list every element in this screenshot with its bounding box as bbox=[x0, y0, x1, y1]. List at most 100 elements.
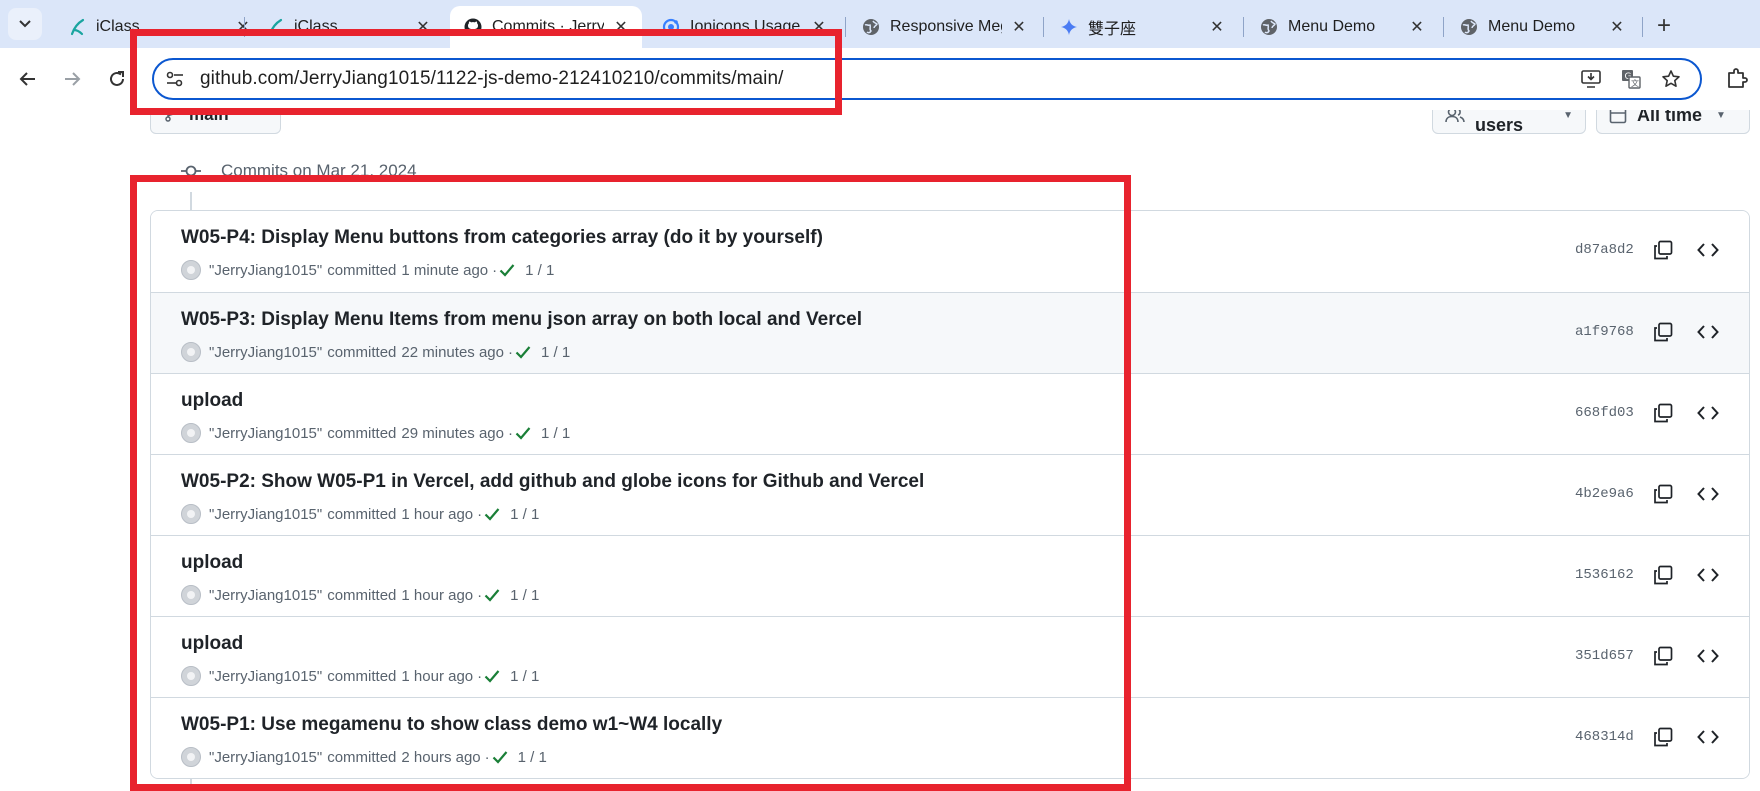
commit-action: committed bbox=[327, 343, 397, 361]
commit-row[interactable]: upload "JerryJiang1015" committed 29 min… bbox=[151, 373, 1749, 454]
commit-row[interactable]: W05-P3: Display Menu Items from menu jso… bbox=[151, 292, 1749, 373]
commit-message-link[interactable]: upload bbox=[181, 390, 243, 412]
commit-time: 22 minutes ago bbox=[401, 343, 504, 361]
copy-icon[interactable] bbox=[1651, 320, 1675, 344]
copy-icon[interactable] bbox=[1651, 644, 1675, 668]
translate-icon[interactable]: G文 bbox=[1620, 68, 1642, 90]
checks-count[interactable]: 1 / 1 bbox=[510, 668, 539, 685]
all-users-filter[interactable]: All users ▼ bbox=[1432, 110, 1586, 135]
tab-gemini[interactable]: 雙子座 ✕ bbox=[1046, 6, 1238, 48]
tab-ionicons[interactable]: Ionicons Usage ✕ bbox=[648, 6, 840, 48]
copy-icon[interactable] bbox=[1651, 725, 1675, 749]
commit-message-link[interactable]: upload bbox=[181, 552, 243, 574]
tab-menu-demo-2[interactable]: Menu Demo ✕ bbox=[1446, 6, 1638, 48]
code-browse-icon[interactable] bbox=[1696, 644, 1720, 668]
commit-row[interactable]: W05-P2: Show W05-P1 in Vercel, add githu… bbox=[151, 454, 1749, 535]
commit-message-link[interactable]: W05-P1: Use megamenu to show class demo … bbox=[181, 714, 722, 736]
check-icon[interactable] bbox=[515, 424, 533, 442]
close-icon[interactable]: ✕ bbox=[414, 18, 432, 36]
commit-sha[interactable]: d87a8d2 bbox=[1575, 242, 1634, 258]
checks-count[interactable]: 1 / 1 bbox=[525, 262, 554, 279]
commit-row[interactable]: upload "JerryJiang1015" committed 1 hour… bbox=[151, 535, 1749, 616]
commit-sha[interactable]: 4b2e9a6 bbox=[1575, 486, 1634, 502]
tab-menu-demo-1[interactable]: Menu Demo ✕ bbox=[1246, 6, 1438, 48]
commit-author[interactable]: "JerryJiang1015" bbox=[209, 344, 322, 361]
avatar[interactable] bbox=[181, 666, 201, 686]
check-icon[interactable] bbox=[499, 261, 517, 279]
commit-author[interactable]: "JerryJiang1015" bbox=[209, 668, 322, 685]
avatar[interactable] bbox=[181, 423, 201, 443]
bookmark-star-icon[interactable] bbox=[1660, 68, 1682, 90]
avatar[interactable] bbox=[181, 342, 201, 362]
checks-count[interactable]: 1 / 1 bbox=[510, 587, 539, 604]
code-browse-icon[interactable] bbox=[1696, 482, 1720, 506]
close-icon[interactable]: ✕ bbox=[612, 18, 630, 36]
code-browse-icon[interactable] bbox=[1696, 563, 1720, 587]
commit-row[interactable]: W05-P4: Display Menu buttons from catego… bbox=[151, 211, 1749, 292]
separator-dot: · bbox=[507, 343, 513, 361]
check-icon[interactable] bbox=[492, 748, 510, 766]
back-button[interactable] bbox=[13, 64, 43, 94]
check-icon[interactable] bbox=[484, 586, 502, 604]
branch-selector-button[interactable]: main bbox=[150, 110, 281, 134]
close-icon[interactable]: ✕ bbox=[1608, 18, 1626, 36]
address-actions: G文 bbox=[1580, 68, 1682, 90]
close-icon[interactable]: ✕ bbox=[1408, 18, 1426, 36]
checks-count[interactable]: 1 / 1 bbox=[518, 749, 547, 766]
commit-author[interactable]: "JerryJiang1015" bbox=[209, 587, 322, 604]
commit-sha[interactable]: 668fd03 bbox=[1575, 405, 1634, 421]
commit-message-link[interactable]: upload bbox=[181, 633, 243, 655]
close-icon[interactable]: ✕ bbox=[1208, 18, 1226, 36]
avatar[interactable] bbox=[181, 747, 201, 767]
forward-button[interactable] bbox=[57, 64, 87, 94]
commit-author[interactable]: "JerryJiang1015" bbox=[209, 425, 322, 442]
commit-sha[interactable]: a1f9768 bbox=[1575, 324, 1634, 340]
copy-icon[interactable] bbox=[1651, 482, 1675, 506]
tab-commits-active[interactable]: Commits · Jerry ✕ bbox=[450, 6, 642, 48]
code-browse-icon[interactable] bbox=[1696, 320, 1720, 344]
copy-icon[interactable] bbox=[1651, 563, 1675, 587]
tab-iclass-2[interactable]: iClass ✕ bbox=[252, 6, 444, 48]
install-app-icon[interactable] bbox=[1580, 68, 1602, 90]
commit-sha[interactable]: 1536162 bbox=[1575, 567, 1634, 583]
caret-down-icon: ▼ bbox=[1563, 110, 1573, 121]
all-time-filter[interactable]: All time ▼ bbox=[1596, 110, 1750, 134]
close-icon[interactable]: ✕ bbox=[234, 18, 252, 36]
close-icon[interactable]: ✕ bbox=[810, 18, 828, 36]
commit-sha[interactable]: 351d657 bbox=[1575, 648, 1634, 664]
reload-button[interactable] bbox=[102, 64, 132, 94]
tab-title: Menu Demo bbox=[1288, 18, 1376, 35]
tab-search-button[interactable] bbox=[8, 8, 42, 40]
commit-message-link[interactable]: W05-P3: Display Menu Items from menu jso… bbox=[181, 309, 862, 331]
commit-author[interactable]: "JerryJiang1015" bbox=[209, 749, 322, 766]
checks-count[interactable]: 1 / 1 bbox=[541, 425, 570, 442]
commit-author[interactable]: "JerryJiang1015" bbox=[209, 506, 322, 523]
commit-row[interactable]: upload "JerryJiang1015" committed 1 hour… bbox=[151, 616, 1749, 697]
commit-sha[interactable]: 468314d bbox=[1575, 729, 1634, 745]
checks-count[interactable]: 1 / 1 bbox=[510, 506, 539, 523]
check-icon[interactable] bbox=[484, 505, 502, 523]
extensions-button[interactable] bbox=[1723, 64, 1751, 92]
github-commits-page: main All users ▼ All time ▼ Commits on M… bbox=[0, 110, 1760, 791]
tab-iclass-1[interactable]: iClass ✕ bbox=[54, 6, 264, 48]
commit-row[interactable]: W05-P1: Use megamenu to show class demo … bbox=[151, 697, 1749, 778]
code-browse-icon[interactable] bbox=[1696, 238, 1720, 262]
copy-icon[interactable] bbox=[1651, 238, 1675, 262]
tab-responsive-megamenu[interactable]: Responsive Meg ✕ bbox=[848, 6, 1040, 48]
commit-message-link[interactable]: W05-P4: Display Menu buttons from catego… bbox=[181, 227, 823, 249]
code-browse-icon[interactable] bbox=[1696, 725, 1720, 749]
commit-author[interactable]: "JerryJiang1015" bbox=[209, 262, 322, 279]
close-icon[interactable]: ✕ bbox=[1010, 18, 1028, 36]
check-icon[interactable] bbox=[515, 343, 533, 361]
check-icon[interactable] bbox=[484, 667, 502, 685]
avatar[interactable] bbox=[181, 504, 201, 524]
site-settings-icon[interactable] bbox=[164, 68, 186, 90]
commit-message-link[interactable]: W05-P2: Show W05-P1 in Vercel, add githu… bbox=[181, 471, 924, 493]
avatar[interactable] bbox=[181, 260, 201, 280]
new-tab-button[interactable]: + bbox=[1650, 12, 1678, 40]
address-bar[interactable]: github.com/JerryJiang1015/1122-js-demo-2… bbox=[152, 58, 1702, 100]
code-browse-icon[interactable] bbox=[1696, 401, 1720, 425]
copy-icon[interactable] bbox=[1651, 401, 1675, 425]
checks-count[interactable]: 1 / 1 bbox=[541, 344, 570, 361]
avatar[interactable] bbox=[181, 585, 201, 605]
